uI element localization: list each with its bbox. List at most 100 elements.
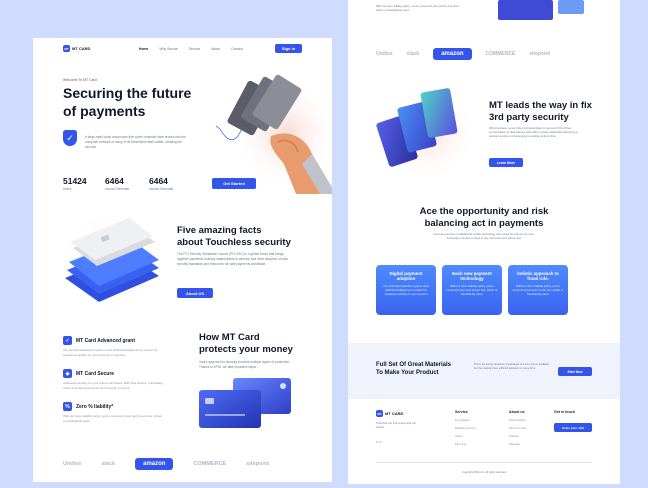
lock-icon: ◆ — [63, 369, 72, 378]
footer-contact-column: Get in touch — [554, 408, 575, 416]
hero-title-line2: of payments — [63, 103, 146, 119]
stat-number: 6464 — [105, 176, 124, 186]
percent-icon: % — [63, 402, 72, 411]
protect-title-line1: How MT Card — [199, 332, 260, 343]
brand-sitepoint[interactable]: sitepoint — [246, 461, 269, 467]
feature-advanced-grant: ✓ MT Card Advanced grant Our anti-fraud d… — [63, 336, 163, 357]
footer-about: Tools that you love project and you pond… — [376, 422, 416, 429]
footer-about-column: About us Partnerships Terms of use Priva… — [509, 408, 526, 448]
footer-link[interactable]: Privacy — [509, 432, 526, 440]
enter-mail-button[interactable]: Enter your mail — [554, 423, 592, 432]
brand-slack[interactable]: slack — [101, 461, 115, 467]
protect-description: Visa's approach to security involves mul… — [199, 360, 290, 369]
footer-link[interactable]: Sitemap — [509, 440, 526, 448]
footer-link[interactable]: Partnerships — [509, 416, 526, 424]
lead-title-line1: MT leads the way in fix — [489, 100, 592, 111]
signin-button[interactable]: Sign in — [275, 44, 302, 53]
facts-title-line2: about Touchless security — [177, 237, 291, 248]
stat-label: Invoice Generate — [149, 187, 174, 191]
nav-about[interactable]: About — [211, 47, 220, 51]
stat-invoice-1: 6464 Invoice Generate — [105, 176, 129, 191]
stat-invoice-2: 6464 Invoice Generate — [149, 176, 173, 191]
shield-check-icon: ✓ — [63, 130, 77, 146]
feature-title: MT Card Advanced grant — [76, 337, 135, 344]
feature-secure: ◆ MT Card Secure Advanced security for yo… — [63, 369, 163, 390]
card-title: holistic approach to fraud rule. — [517, 271, 559, 281]
nav-home[interactable]: Home — [139, 47, 148, 51]
opportunity-title: Ace the opportunity and risk balancing a… — [348, 206, 620, 230]
feature-description: Advanced security for your online purcha… — [63, 381, 163, 390]
footer-heading: Service — [455, 410, 468, 414]
top-cards-illustration — [498, 0, 584, 20]
facts-description: The PCI Security Standards Council (PCI … — [177, 252, 288, 266]
card-description: With our Zero Liability policy, you're c… — [512, 284, 564, 296]
footer-logo[interactable]: MT MT CARD — [376, 410, 403, 417]
materials-title-line1: Full Set Of Great Materials — [376, 362, 452, 368]
learn-more-button[interactable]: Learn More — [489, 158, 523, 167]
brand-slack[interactable]: slack — [407, 51, 420, 57]
detail-page-panel: With our Zero liability policy, you're c… — [348, 0, 620, 484]
footer-service-column: Service For Agents Member Forum Index Fi… — [455, 408, 476, 448]
tilted-cards-illustration — [376, 82, 478, 182]
nav-service[interactable]: Service — [189, 47, 200, 51]
brand-undies[interactable]: Undies — [376, 51, 393, 57]
about-us-button[interactable]: About US — [177, 288, 213, 298]
partner-logos: Undies slack amazon COMMERCE sitepoint — [376, 48, 550, 60]
hero-kicker: Welcome To MT Card — [63, 78, 97, 82]
logo-icon: MT — [63, 45, 70, 52]
stat-number: 6464 — [149, 176, 168, 186]
card-description: Our anti-fraud detection system uses art… — [383, 284, 429, 296]
materials-title: Full Set Of Great Materials To Make Your… — [376, 361, 451, 377]
copyright: Copyright 2022 cur. All rights reserved — [462, 471, 506, 474]
opportunity-title-line2: balancing act in payments — [424, 218, 544, 229]
feature-card-holistic-approach[interactable]: holistic approach to fraud rule. With ou… — [508, 265, 568, 315]
materials-title-line2: To Make Your Product — [376, 370, 439, 376]
footer-heading: About us — [509, 410, 525, 414]
lead-description: What do these recent cyber incidents hav… — [489, 126, 578, 139]
social-icons[interactable]: f t in — [376, 440, 382, 445]
feature-title: MT Card Secure — [76, 370, 115, 377]
footer-link[interactable]: Terms of use — [509, 424, 526, 432]
materials-description: There are losing variations of passages … — [474, 363, 550, 370]
hero-description: A large retail chain announces that cybe… — [85, 135, 186, 149]
brand-logo[interactable]: MT MT CARD — [63, 45, 90, 52]
footer-heading: Get in touch — [554, 410, 575, 414]
nav-why-secure[interactable]: Why Secure — [159, 47, 177, 51]
feature-card-digital-payment[interactable]: Digital payment adoption Our anti-fraud … — [376, 265, 436, 315]
footer-link[interactable]: For Agents — [455, 416, 476, 424]
opportunity-title-line1: Ace the opportunity and risk — [419, 206, 549, 217]
feature-card-payment-technology[interactable]: Each new payment technology With our Zer… — [442, 265, 502, 315]
feature-title: Zero % liability* — [76, 403, 114, 410]
facts-title: Five amazing facts about Touchless secur… — [177, 225, 291, 249]
hero-title-line1: Securing the future — [63, 85, 192, 101]
feature-cards: Digital payment adoption Our anti-fraud … — [376, 265, 568, 315]
footer-divider — [376, 462, 592, 463]
feature-description: Our anti-fraud detection system uses art… — [63, 348, 158, 357]
partner-logos: Undies slack amazon COMMERCE sitepoint — [63, 458, 269, 470]
lead-title-line2: 3rd party security — [489, 112, 569, 123]
start-now-button[interactable]: Start Now — [558, 367, 592, 376]
check-badge-icon: ✓ — [63, 336, 72, 345]
protect-title-line2: protects your money — [199, 344, 293, 355]
top-description: With our Zero liability policy, you're c… — [376, 4, 460, 12]
brand-sitepoint[interactable]: sitepoint — [529, 51, 550, 57]
footer-link[interactable]: Member Forum — [455, 424, 476, 432]
stat-label: Users — [63, 187, 72, 191]
footer-link[interactable]: Index — [455, 432, 476, 440]
hand-with-cards-illustration — [216, 74, 332, 194]
stat-number: 51424 — [63, 176, 87, 186]
brand-name: MT CARD — [385, 411, 404, 416]
blue-cards-illustration — [199, 378, 291, 428]
brand-amazon[interactable]: amazon — [433, 48, 472, 60]
nav-contact[interactable]: Contact — [231, 47, 243, 51]
footer-link[interactable]: Fine line — [455, 440, 476, 448]
card-title: Digital payment adoption — [389, 271, 423, 281]
brand-commerce[interactable]: COMMERCE — [193, 461, 226, 467]
lead-title: MT leads the way in fix 3rd party securi… — [489, 100, 592, 124]
brand-amazon[interactable]: amazon — [135, 458, 174, 470]
card-title: Each new payment technology — [452, 271, 492, 281]
brand-commerce[interactable]: COMMERCE — [486, 51, 516, 57]
card-description: With our Zero Liability policy, you're c… — [446, 284, 498, 296]
brand-undies[interactable]: Undies — [63, 461, 81, 467]
feature-description: With our Zero Liability policy, you're c… — [63, 414, 163, 423]
